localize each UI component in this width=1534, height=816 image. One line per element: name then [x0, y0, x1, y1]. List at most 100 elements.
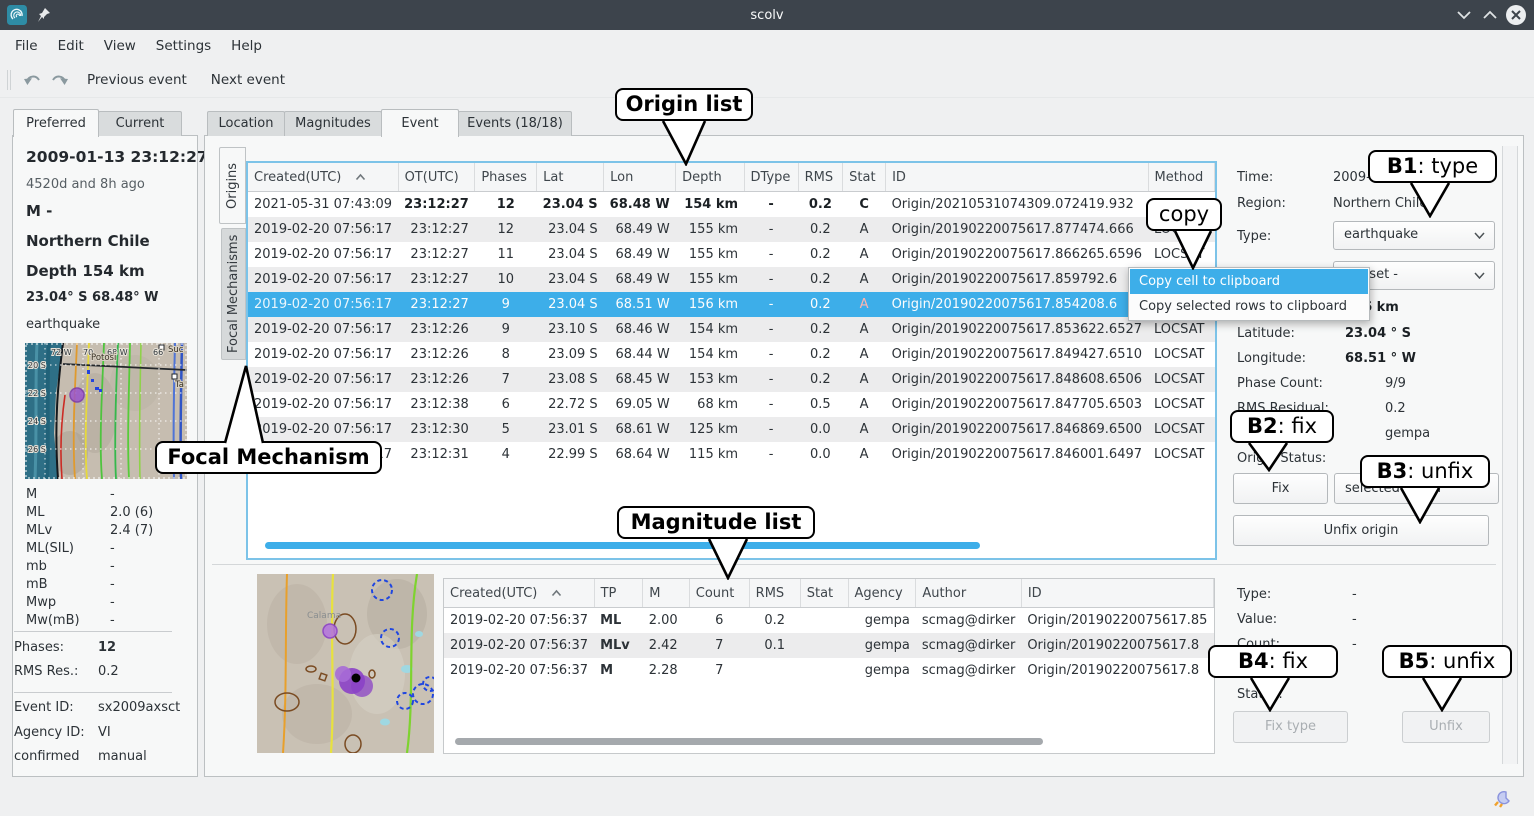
previous-event-button[interactable]: Previous event — [87, 72, 187, 88]
origin-map[interactable]: Calama — [257, 574, 434, 753]
origin-row[interactable]: 2019-02-20 07:56:1723:12:271123.04 S68.4… — [248, 242, 1215, 267]
magnitude-summary-row: Mwp- — [26, 594, 186, 612]
magnitude-summary-row: ML2.0 (6) — [26, 504, 186, 522]
next-event-button[interactable]: Next event — [211, 72, 285, 88]
mag-value-value: - — [1352, 610, 1357, 630]
phase-count-value: 9/9 — [1385, 374, 1406, 394]
column-header-stat[interactable]: Stat — [843, 163, 886, 192]
column-header-m[interactable]: M — [643, 579, 690, 608]
magnitude-list-table[interactable]: Created(UTC)TPMCountRMSStatAgencyAuthorI… — [443, 578, 1215, 754]
mag-value-label: Value: — [1237, 610, 1333, 630]
magnitude-summary-row: ML(SIL)- — [26, 540, 186, 558]
event-region: Northern Chile — [26, 232, 186, 250]
magnitude-row[interactable]: 2019-02-20 07:56:37MLv2.4270.1gempascmag… — [444, 633, 1214, 658]
origin-row[interactable]: 2019-02-20 07:56:1723:12:271223.04 S68.4… — [248, 217, 1215, 242]
close-button[interactable] — [1504, 4, 1528, 26]
mag-type-label: Type: — [1237, 585, 1333, 605]
column-header-rms[interactable]: RMS — [749, 579, 800, 608]
column-header-id[interactable]: ID — [1021, 579, 1213, 608]
unfix-origin-button[interactable]: Unfix origin — [1233, 515, 1489, 546]
origin-row[interactable]: 2019-02-20 07:56:1723:12:26823.09 S68.44… — [248, 342, 1215, 367]
phases-value: 12 — [98, 640, 116, 655]
tab-location[interactable]: Location — [207, 111, 285, 136]
tab-events[interactable]: Events (18/18) — [458, 111, 572, 136]
agency-id-value: VI — [98, 725, 111, 740]
side-tab-origins[interactable]: Origins — [219, 147, 246, 224]
fix-type-button[interactable]: Fix type — [1233, 711, 1348, 743]
magnitude-table-hscrollbar[interactable] — [455, 738, 1043, 745]
event-depth: Depth 154 km — [26, 262, 186, 280]
undo-icon[interactable] — [23, 72, 42, 87]
origin-row[interactable]: 2021-05-31 07:43:0923:12:271223.04 S68.4… — [248, 192, 1215, 218]
magnitude-row[interactable]: 2019-02-20 07:56:37ML2.0060.2gempascmag@… — [444, 608, 1214, 634]
sort-ascending-icon — [355, 170, 366, 185]
magnitude-row[interactable]: 2019-02-20 07:56:37M2.287gempascmag@dirk… — [444, 658, 1214, 683]
column-header-depth[interactable]: Depth — [676, 163, 744, 192]
column-header-count[interactable]: Count — [689, 579, 749, 608]
origin-row[interactable]: 2019-02-20 07:56:1723:12:27923.04 S68.51… — [248, 292, 1215, 317]
magnitude-summary-row: M- — [26, 486, 186, 504]
toolbar-handle[interactable] — [7, 70, 11, 90]
database-connection-icon[interactable] — [1492, 789, 1512, 809]
menu-settings[interactable]: Settings — [146, 30, 221, 62]
context-menu-item[interactable]: Copy cell to clipboard — [1130, 269, 1368, 294]
mag-type-value: - — [1352, 585, 1357, 605]
menu-edit[interactable]: Edit — [48, 30, 94, 62]
callout-b4-fix: B4: fix — [1208, 645, 1338, 678]
svg-text:72 W: 72 W — [51, 348, 72, 357]
column-header-method[interactable]: Method — [1148, 163, 1214, 192]
callout-b5-unfix: B5: unfix — [1382, 645, 1512, 678]
column-header-phases[interactable]: Phases — [475, 163, 537, 192]
column-header-lon[interactable]: Lon — [604, 163, 676, 192]
origin-row[interactable]: 2019-02-20 07:56:1723:12:271023.04 S68.4… — [248, 267, 1215, 292]
column-header-dtype[interactable]: DType — [744, 163, 798, 192]
region-label: Region: — [1237, 194, 1333, 214]
tab-magnitudes[interactable]: Magnitudes — [284, 111, 382, 136]
origin-row[interactable]: 2019-02-20 07:56:1723:12:30523.01 S68.61… — [248, 417, 1215, 442]
event-id-value: sx2009axsct — [98, 700, 180, 715]
context-menu-item[interactable]: Copy selected rows to clipboard — [1130, 294, 1368, 319]
phase-count-label: Phase Count: — [1237, 374, 1333, 394]
side-tab-focal-mechanisms[interactable]: Focal Mechanisms — [221, 228, 246, 360]
event-status-value: manual — [98, 749, 147, 764]
column-header-stat[interactable]: Stat — [800, 579, 848, 608]
tab-current[interactable]: Current — [98, 111, 182, 136]
context-menu: Copy cell to clipboardCopy selected rows… — [1128, 267, 1370, 321]
column-header-author[interactable]: Author — [916, 579, 1021, 608]
svg-text:26 S: 26 S — [28, 445, 46, 454]
menu-bar: FileEditViewSettingsHelp — [0, 30, 1534, 62]
column-header-ot-utc-[interactable]: OT(UTC) — [398, 163, 475, 192]
menu-view[interactable]: View — [94, 30, 146, 62]
mag-count-value: - — [1352, 635, 1357, 655]
callout-focal-mechanism: Focal Mechanism — [155, 441, 382, 474]
unfix-magnitude-button[interactable]: Unfix — [1402, 711, 1490, 743]
phases-label: Phases: — [14, 640, 98, 655]
column-header-rms[interactable]: RMS — [798, 163, 843, 192]
agency-value: gempa — [1385, 424, 1430, 444]
column-header-tp[interactable]: TP — [594, 579, 643, 608]
menu-file[interactable]: File — [5, 30, 48, 62]
column-header-lat[interactable]: Lat — [537, 163, 604, 192]
column-header-created-utc-[interactable]: Created(UTC) — [248, 163, 398, 192]
fix-button[interactable]: Fix — [1233, 473, 1328, 504]
column-header-id[interactable]: ID — [886, 163, 1148, 192]
event-magnitude: M - — [26, 202, 186, 220]
origin-list-table[interactable]: Created(UTC)OT(UTC)PhasesLatLonDepthDTyp… — [246, 161, 1217, 560]
column-header-created-utc-[interactable]: Created(UTC) — [444, 579, 594, 608]
tab-event[interactable]: Event — [381, 109, 459, 137]
redo-icon[interactable] — [50, 72, 69, 87]
origin-row[interactable]: 2019-02-20 07:56:1723:12:26923.10 S68.46… — [248, 317, 1215, 342]
origin-row[interactable]: 2019-02-20 07:56:1723:12:38622.72 S69.05… — [248, 392, 1215, 417]
origin-table-hscrollbar[interactable] — [265, 542, 980, 549]
event-type-combo[interactable]: earthquake — [1333, 221, 1495, 250]
maximize-button[interactable] — [1478, 4, 1502, 26]
column-header-agency[interactable]: Agency — [848, 579, 916, 608]
rms-label: RMS Res.: — [14, 664, 98, 679]
minimize-button[interactable] — [1452, 4, 1476, 26]
callout-b2-fix: B2: fix — [1230, 410, 1334, 443]
origin-row[interactable]: 2019-02-20 07:56:1723:12:26723.08 S68.45… — [248, 367, 1215, 392]
tab-preferred[interactable]: Preferred — [13, 109, 99, 137]
menu-help[interactable]: Help — [221, 30, 272, 62]
origin-row[interactable]: 2019-02-20 07:56:1723:12:31422.99 S68.64… — [248, 442, 1215, 467]
type-label: Type: — [1237, 227, 1333, 247]
